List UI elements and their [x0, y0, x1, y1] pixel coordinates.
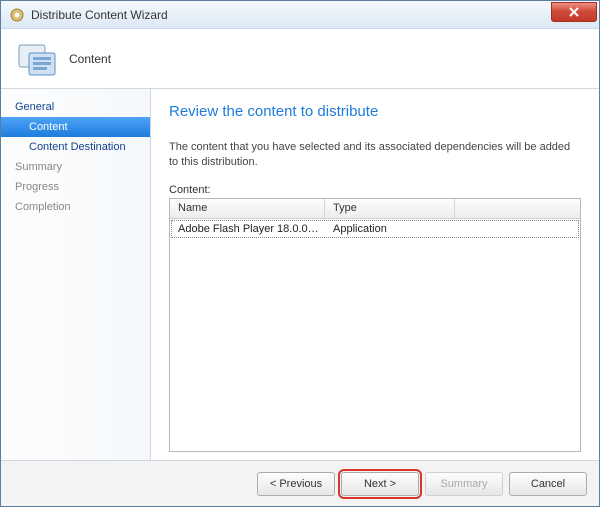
column-spacer: [455, 199, 580, 218]
close-icon: [569, 7, 579, 17]
table-header: Name Type: [170, 199, 580, 219]
titlebar: Distribute Content Wizard: [1, 1, 599, 29]
window-controls: [551, 2, 597, 22]
header-title: Content: [69, 52, 111, 66]
nav-progress: Progress: [1, 177, 150, 197]
wizard-main: Review the content to distribute The con…: [151, 89, 599, 460]
window-title: Distribute Content Wizard: [31, 8, 551, 22]
content-icon: [17, 41, 57, 77]
wizard-footer: < Previous Next > Summary Cancel: [1, 460, 599, 506]
cancel-button[interactable]: Cancel: [509, 472, 587, 496]
content-table: Name Type Adobe Flash Player 18.0.0.20..…: [169, 198, 581, 452]
cell-name: Adobe Flash Player 18.0.0.20...: [172, 221, 327, 237]
nav-content-destination[interactable]: Content Destination: [1, 137, 150, 157]
wizard-sidebar: General Content Content Destination Summ…: [1, 89, 151, 460]
nav-content[interactable]: Content: [1, 117, 150, 137]
wizard-window: Distribute Content Wizard Content Genera…: [0, 0, 600, 507]
previous-button[interactable]: < Previous: [257, 472, 335, 496]
next-button[interactable]: Next >: [341, 472, 419, 496]
app-icon: [9, 7, 25, 23]
summary-button: Summary: [425, 472, 503, 496]
wizard-header: Content: [1, 29, 599, 89]
cell-type: Application: [327, 221, 457, 237]
nav-summary: Summary: [1, 157, 150, 177]
nav-completion: Completion: [1, 197, 150, 217]
page-description: The content that you have selected and i…: [169, 140, 581, 170]
column-type[interactable]: Type: [325, 199, 455, 218]
wizard-body: General Content Content Destination Summ…: [1, 89, 599, 460]
column-name[interactable]: Name: [170, 199, 325, 218]
close-button[interactable]: [551, 2, 597, 22]
nav-general[interactable]: General: [1, 97, 150, 117]
page-title: Review the content to distribute: [169, 103, 581, 120]
content-label: Content:: [169, 184, 581, 196]
table-row[interactable]: Adobe Flash Player 18.0.0.20... Applicat…: [171, 220, 579, 238]
